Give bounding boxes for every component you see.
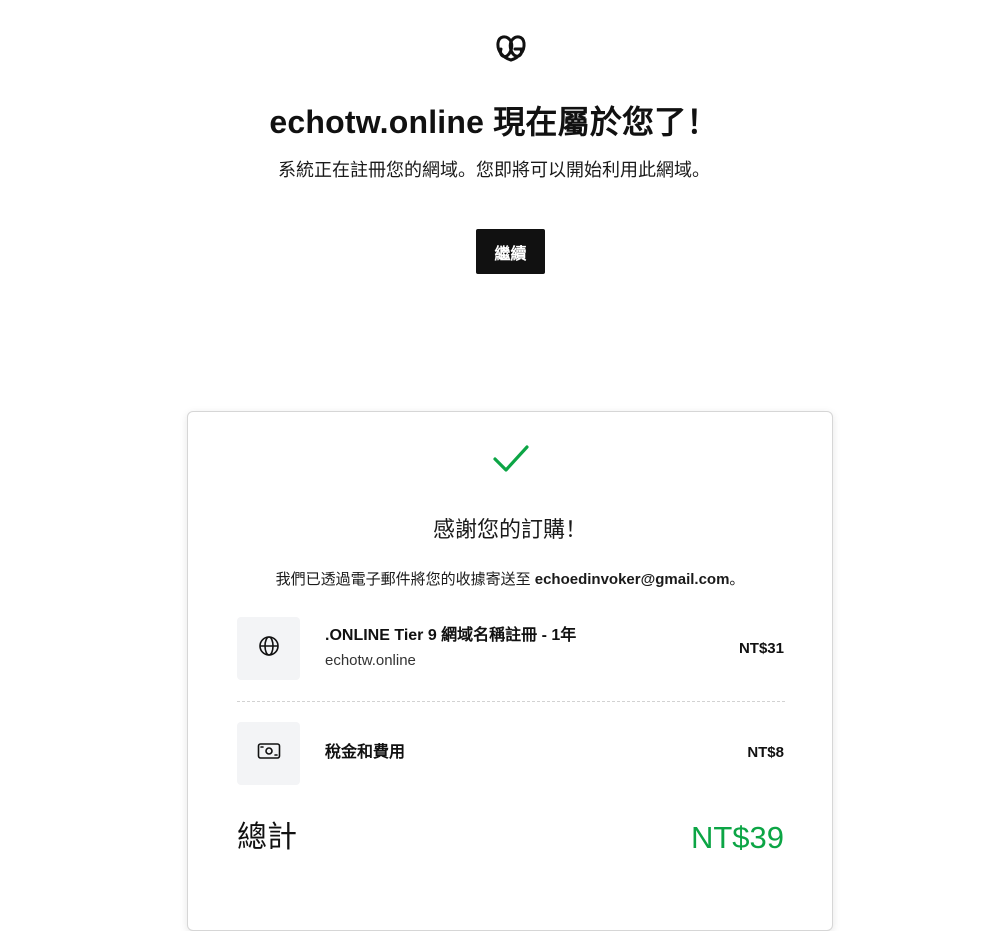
line-item-title: 稅金和費用 bbox=[325, 744, 406, 761]
line-item-icon-box bbox=[237, 722, 300, 785]
line-item-icon-box bbox=[237, 617, 300, 680]
line-item-price: NT$8 bbox=[747, 744, 784, 761]
globe-icon bbox=[258, 635, 280, 662]
total-value: NT$39 bbox=[690, 820, 784, 855]
total-label: 總計 bbox=[237, 821, 297, 854]
line-item-divider bbox=[237, 701, 785, 702]
email-notice-prefix: 我們已透過電子郵件將您的收據寄送至 bbox=[275, 571, 535, 588]
checkmark-icon bbox=[492, 443, 530, 475]
money-icon bbox=[257, 742, 281, 765]
page-subtitle: 系統正在註冊您的網域。您即將可以開始利用此網域。 bbox=[278, 160, 710, 180]
receipt-card: 感謝您的訂購！ 我們已透過電子郵件將您的收據寄送至 echoedinvoker@… bbox=[187, 411, 833, 931]
page-title: echotw.online 現在屬於您了！ bbox=[269, 104, 719, 140]
receipt-email-notice: 我們已透過電子郵件將您的收據寄送至 echoedinvoker@gmail.co… bbox=[188, 569, 832, 591]
line-item-price: NT$31 bbox=[738, 640, 784, 657]
line-item-domain: echotw.online bbox=[325, 652, 416, 669]
email-notice-suffix: 。 bbox=[729, 571, 745, 588]
line-item-title: .ONLINE Tier 9 網域名稱註冊 - 1年 bbox=[325, 627, 577, 644]
thank-you-heading: 感謝您的訂購！ bbox=[432, 517, 587, 542]
receipt-email-address: echoedinvoker@gmail.com bbox=[534, 571, 730, 588]
godaddy-logo-icon[interactable] bbox=[493, 31, 529, 67]
continue-button[interactable]: 繼續 bbox=[476, 229, 545, 274]
